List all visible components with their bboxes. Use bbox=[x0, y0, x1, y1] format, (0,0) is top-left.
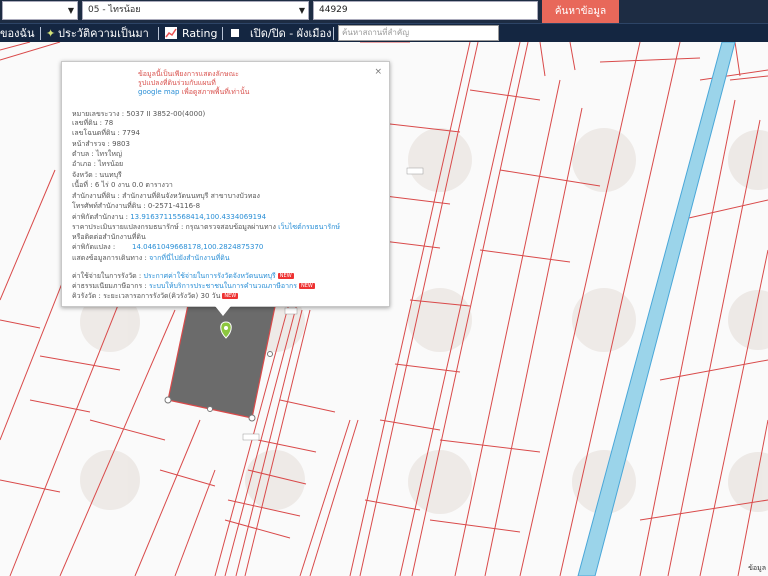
info-row: เนื้อที่ : 6 ไร่ 0 งาน 0.0 ตารางวา bbox=[72, 181, 173, 190]
info-value: 0-2571-4116-8 bbox=[147, 202, 201, 210]
info-row: สำนักงานที่ดิน : สำนักงานที่ดินจังหวัดนน… bbox=[72, 192, 260, 201]
info-label: ราคาประเมินรายแปลงกรมธนารักษ์ : bbox=[72, 223, 186, 231]
info-label: เนื้อที่ : bbox=[72, 181, 95, 189]
parcel-coordinate-link[interactable]: 14.0461049668178,100.2824875370 bbox=[132, 243, 263, 252]
nav-divider bbox=[333, 27, 334, 40]
search-bar: ▼ 05 - ไทรน้อย ▼ 44929 ค้นหาข้อมูล bbox=[0, 0, 768, 23]
nav-bar: ของฉัน ✦ ประวัติความเป็นมา Rating เปิด/ป… bbox=[0, 23, 768, 42]
nav-rating[interactable]: Rating bbox=[182, 25, 217, 42]
assessed-price-row: ราคาประเมินรายแปลงกรมธนารักษ์ : กรุณาตรว… bbox=[72, 223, 340, 232]
info-value: ระยะเวลารอการรังวัด(คิวรังวัด) 30 วัน bbox=[103, 292, 221, 300]
map-attribution: ข้อมูล bbox=[748, 564, 766, 572]
nav-divider bbox=[40, 27, 41, 40]
new-badge: NEW bbox=[299, 283, 315, 289]
office-coordinate-row: ค่าพิกัดสำนักงาน : 13.91637115568414,100… bbox=[72, 213, 266, 222]
checkbox-icon[interactable] bbox=[231, 29, 239, 37]
survey-fee-link[interactable]: ประกาศค่าใช้จ่ายในการรังวัดจังหวัดนนทบุร… bbox=[144, 272, 276, 280]
nav-history[interactable]: ประวัติความเป็นมา bbox=[58, 25, 149, 42]
info-value: 78 bbox=[104, 119, 114, 127]
contact-office-text: หรือติดต่อสำนักงานที่ดิน bbox=[72, 233, 146, 241]
popup-notice-2: รูปแปลงที่ดินร่วมกับแผนที่ bbox=[138, 79, 216, 87]
info-label: เลขโฉนดที่ดิน : bbox=[72, 129, 123, 137]
chart-icon-graphic bbox=[165, 28, 177, 38]
treasury-website-link[interactable]: เว็บไซต์กรมธนารักษ์ bbox=[278, 223, 340, 231]
info-label: จังหวัด : bbox=[72, 171, 100, 179]
info-label: ค่าธรรมเนียมภาษีอากร : bbox=[72, 282, 150, 290]
info-value: ไทรน้อย bbox=[98, 160, 124, 168]
info-label: สำนักงานที่ดิน : bbox=[72, 192, 123, 200]
nav-divider bbox=[158, 27, 159, 40]
office-coordinate-link[interactable]: 13.91637115568414,100.4334069194 bbox=[130, 213, 266, 221]
info-label: หน้าสำรวจ : bbox=[72, 140, 113, 148]
info-label: แสดงข้อมูลการเดินทาง : bbox=[72, 254, 150, 262]
tax-fee-row: ค่าธรรมเนียมภาษีอากร : ระบบให้บริการประช… bbox=[72, 282, 315, 291]
popup-notice-1: ข้อมูลนี้เป็นเพียงการแสดงลักษณะ bbox=[138, 70, 239, 78]
info-value: 9803 bbox=[112, 140, 130, 148]
chart-icon bbox=[165, 27, 177, 39]
new-badge: NEW bbox=[222, 293, 239, 299]
popup-notice-3: google map เพื่อดูสภาพพื้นที่เท่านั้น bbox=[138, 88, 249, 97]
info-value: 6 ไร่ 0 งาน 0.0 ตารางวา bbox=[94, 181, 173, 189]
info-label: ตำบล : bbox=[72, 150, 97, 158]
nav-divider bbox=[222, 27, 223, 40]
new-badge: NEW bbox=[277, 273, 294, 279]
info-value: นนทบุรี bbox=[99, 171, 122, 179]
survey-queue-row: คิวรังวัด : ระยะเวลารอการรังวัด(คิวรังวั… bbox=[72, 292, 239, 301]
search-button[interactable]: ค้นหาข้อมูล bbox=[542, 0, 619, 23]
info-label: อำเภอ : bbox=[72, 160, 99, 168]
info-row: อำเภอ : ไทรน้อย bbox=[72, 160, 123, 169]
info-row: เลขโฉนดที่ดิน : 7794 bbox=[72, 129, 140, 138]
survey-fee-row: ค่าใช้จ่ายในการรังวัด : ประกาศค่าใช้จ่าย… bbox=[72, 272, 294, 281]
info-row: โทรศัพท์สำนักงานที่ดิน : 0-2571-4116-8 bbox=[72, 202, 200, 211]
parcel-info-popup: × ข้อมูลนี้เป็นเพียงการแสดงลักษณะ รูปแปล… bbox=[61, 61, 390, 307]
info-value: 5037 II 3852-00(4000) bbox=[126, 110, 206, 118]
nav-mine[interactable]: ของฉัน bbox=[0, 25, 35, 42]
info-value: กรุณาตรวจสอบข้อมูลผ่านทาง bbox=[185, 223, 279, 231]
info-label: ค่าใช้จ่ายในการรังวัด : bbox=[72, 272, 144, 280]
info-value: 7794 bbox=[122, 129, 140, 137]
info-label: คิวรังวัด : bbox=[72, 292, 104, 300]
google-map-link[interactable]: google map bbox=[138, 88, 179, 96]
info-row: หมายเลขระวาง : 5037 II 3852-00(4000) bbox=[72, 110, 205, 119]
district-select[interactable]: 05 - ไทรน้อย ▼ bbox=[82, 1, 309, 20]
info-label: หมายเลขระวาง : bbox=[72, 110, 127, 118]
popup-notice-3-text: เพื่อดูสภาพพื้นที่เท่านั้น bbox=[179, 88, 250, 96]
chevron-down-icon: ▼ bbox=[67, 6, 74, 15]
info-row: ตำบล : ไทรใหญ่ bbox=[72, 150, 122, 159]
route-link[interactable]: จากที่นี่ไปยังสำนักงานที่ดิน bbox=[149, 254, 229, 262]
info-label: เลขที่ดิน : bbox=[72, 119, 105, 127]
info-label: ค่าพิกัดสำนักงาน : bbox=[72, 213, 131, 221]
info-value: ไทรใหญ่ bbox=[96, 150, 122, 158]
parcel-coordinate-label: ค่าพิกัดแปลง : bbox=[72, 243, 116, 251]
popup-pointer bbox=[215, 306, 231, 316]
district-select-value: 05 - ไทรน้อย bbox=[88, 5, 141, 15]
close-icon[interactable]: × bbox=[374, 67, 382, 77]
province-select[interactable]: ▼ bbox=[2, 1, 78, 20]
parcel-number-input[interactable]: 44929 bbox=[313, 1, 538, 20]
info-value: สำนักงานที่ดินจังหวัดนนทบุรี สาขาบางบัวท… bbox=[122, 192, 260, 200]
info-row: เลขที่ดิน : 78 bbox=[72, 119, 113, 128]
place-search-input[interactable]: ค้นหาสถานที่สำคัญ bbox=[338, 25, 499, 41]
sprout-icon: ✦ bbox=[46, 27, 56, 40]
route-row: แสดงข้อมูลการเดินทาง : จากที่นี่ไปยังสำน… bbox=[72, 254, 230, 263]
info-label: โทรศัพท์สำนักงานที่ดิน : bbox=[72, 202, 148, 210]
info-row: จังหวัด : นนทบุรี bbox=[72, 171, 122, 180]
chevron-down-icon: ▼ bbox=[298, 6, 305, 15]
info-row: หน้าสำรวจ : 9803 bbox=[72, 140, 130, 149]
nav-zoning-toggle[interactable]: เปิด/ปิด - ผังเมือง bbox=[250, 25, 332, 42]
tax-calculator-link[interactable]: ระบบให้บริการประชาชนในการคำนวณภาษีอากร bbox=[149, 282, 297, 290]
